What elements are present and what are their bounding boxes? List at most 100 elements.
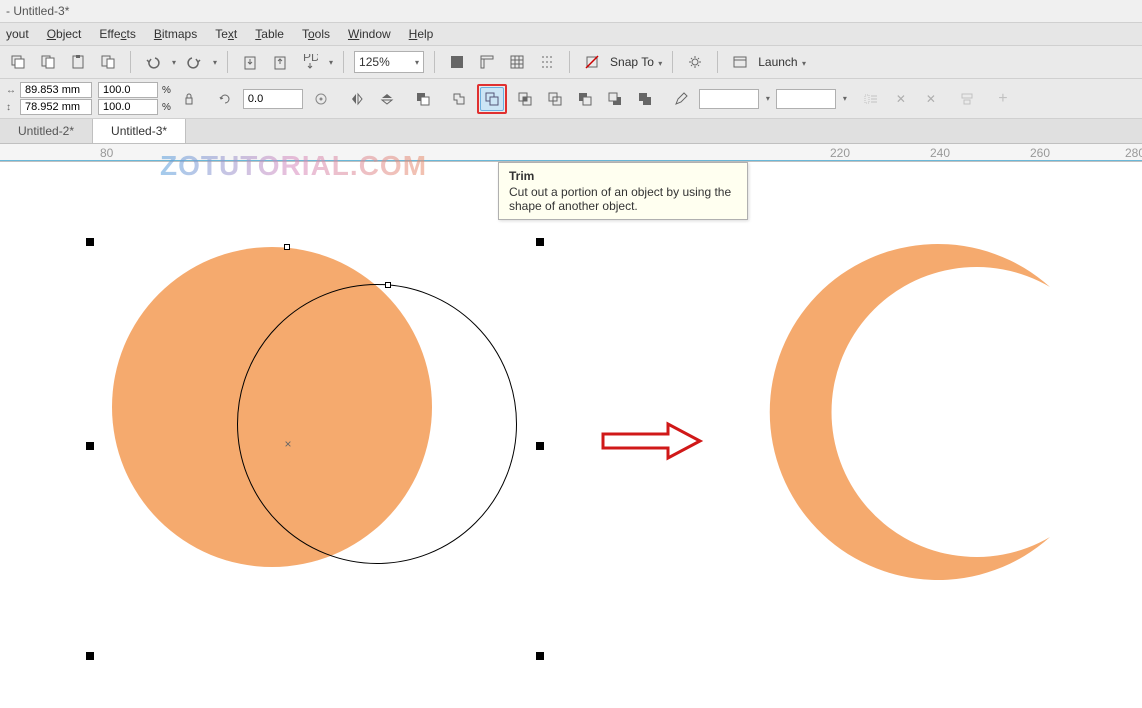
menu-table[interactable]: Table: [255, 27, 284, 41]
ruler-tick: 80: [100, 146, 113, 160]
menu-effects[interactable]: Effects: [99, 27, 135, 41]
sel-center[interactable]: ×: [283, 439, 293, 449]
sel-handle-bl[interactable]: [86, 652, 94, 660]
mirror-horizontal-icon[interactable]: [345, 87, 369, 111]
rotation-input[interactable]: [243, 89, 303, 109]
fill-color-swatch[interactable]: [699, 89, 759, 109]
sel-handle-br[interactable]: [536, 652, 544, 660]
scale-x-input[interactable]: [98, 82, 158, 98]
outline-dropdown[interactable]: ▾: [843, 94, 847, 103]
tab-untitled-2[interactable]: Untitled-2*: [0, 119, 93, 143]
rotation-center-icon[interactable]: [309, 87, 333, 111]
menubar: yout Object Effects Bitmaps Text Table T…: [0, 23, 1142, 46]
convert-curves2-icon[interactable]: ✕: [919, 87, 943, 111]
zoom-value: 125%: [359, 55, 390, 69]
outline-circle[interactable]: [237, 284, 517, 564]
paste-special-icon[interactable]: [96, 50, 120, 74]
width-icon: ↔: [6, 85, 18, 96]
titlebar: - Untitled-3*: [0, 0, 1142, 23]
separator: [569, 51, 570, 73]
ruler-tick: 260: [1030, 146, 1050, 160]
front-minus-back-icon[interactable]: [573, 87, 597, 111]
outline-pen-icon[interactable]: [669, 87, 693, 111]
svg-text:PDF: PDF: [303, 54, 318, 64]
shape-node[interactable]: [284, 244, 290, 250]
pdf-dropdown[interactable]: ▾: [329, 58, 333, 67]
add-icon[interactable]: +: [991, 87, 1015, 111]
trim-highlight: [477, 84, 507, 114]
menu-help[interactable]: Help: [409, 27, 434, 41]
document-tabs: Untitled-2* Untitled-3*: [0, 119, 1142, 144]
simplify-icon[interactable]: [543, 87, 567, 111]
tooltip-title: Trim: [509, 169, 737, 183]
app-launch-icon[interactable]: [728, 50, 752, 74]
standard-toolbar: ▾ ▾ PDF ▾ 125% ▾ Snap To ▾ Launch ▾: [0, 46, 1142, 79]
trim-icon[interactable]: [480, 87, 504, 111]
menu-tools[interactable]: Tools: [302, 27, 330, 41]
fullscreen-icon[interactable]: [445, 50, 469, 74]
outline-color-swatch[interactable]: [776, 89, 836, 109]
sel-handle-ml[interactable]: [86, 442, 94, 450]
pct-label: %: [162, 85, 171, 96]
paste-icon[interactable]: [66, 50, 90, 74]
menu-bitmaps[interactable]: Bitmaps: [154, 27, 197, 41]
rotate-icon[interactable]: [213, 87, 237, 111]
height-icon: ↕: [6, 102, 18, 113]
back-minus-front-icon[interactable]: [603, 87, 627, 111]
sel-handle-tr[interactable]: [536, 238, 544, 246]
intersect-icon[interactable]: [513, 87, 537, 111]
scale-y-input[interactable]: [98, 99, 158, 115]
separator: [672, 51, 673, 73]
convert-curves-icon[interactable]: ✕: [889, 87, 913, 111]
trim-tooltip: Trim Cut out a portion of an object by u…: [498, 162, 748, 220]
canvas[interactable]: ZOTUTORIAL.COM Trim Cut out a portion of…: [0, 162, 1142, 702]
object-size: ↔ ↕: [6, 82, 92, 115]
sel-handle-mr[interactable]: [536, 442, 544, 450]
ruler-tick: 240: [930, 146, 950, 160]
shape-node[interactable]: [385, 282, 391, 288]
sel-handle-tl[interactable]: [86, 238, 94, 246]
lock-ratio-icon[interactable]: [177, 87, 201, 111]
menu-layout[interactable]: yout: [6, 27, 29, 41]
title-text: - Untitled-3*: [6, 4, 69, 18]
menu-window[interactable]: Window: [348, 27, 391, 41]
separator: [343, 51, 344, 73]
show-guidelines-icon[interactable]: [535, 50, 559, 74]
snap-off-icon[interactable]: [580, 50, 604, 74]
align-icon[interactable]: [955, 87, 979, 111]
property-bar: ↔ ↕ % % ▾ ▾ ✕ ✕ +: [0, 79, 1142, 119]
launch-menu[interactable]: Launch ▾: [758, 55, 806, 69]
wrap-text-icon[interactable]: [859, 87, 883, 111]
redo-icon[interactable]: [182, 50, 206, 74]
weld-icon[interactable]: [447, 87, 471, 111]
publish-pdf-icon[interactable]: PDF: [298, 50, 322, 74]
width-input[interactable]: [20, 82, 92, 98]
show-grid-icon[interactable]: [505, 50, 529, 74]
undo-icon[interactable]: [141, 50, 165, 74]
separator: [434, 51, 435, 73]
tab-untitled-3[interactable]: Untitled-3*: [93, 119, 186, 143]
mirror-vertical-icon[interactable]: [375, 87, 399, 111]
snap-to-menu[interactable]: Snap To ▾: [610, 55, 662, 69]
menu-text[interactable]: Text: [215, 27, 237, 41]
menu-object[interactable]: Object: [47, 27, 82, 41]
boundary-icon[interactable]: [633, 87, 657, 111]
arrange-icon[interactable]: [6, 50, 30, 74]
show-rulers-icon[interactable]: [475, 50, 499, 74]
copy-icon[interactable]: [36, 50, 60, 74]
undo-dropdown[interactable]: ▾: [172, 58, 176, 67]
result-arrow-icon: [598, 420, 708, 462]
separator: [130, 51, 131, 73]
ruler-tick: 280: [1125, 146, 1142, 160]
zoom-level[interactable]: 125% ▾: [354, 51, 424, 73]
redo-dropdown[interactable]: ▾: [213, 58, 217, 67]
tooltip-body: Cut out a portion of an object by using …: [509, 185, 737, 213]
order-icon[interactable]: [411, 87, 435, 111]
crescent-shape[interactable]: [740, 242, 1080, 582]
fill-dropdown[interactable]: ▾: [766, 94, 770, 103]
import-icon[interactable]: [238, 50, 262, 74]
export-icon[interactable]: [268, 50, 292, 74]
options-icon[interactable]: [683, 50, 707, 74]
guideline: [0, 160, 1142, 161]
height-input[interactable]: [20, 99, 92, 115]
